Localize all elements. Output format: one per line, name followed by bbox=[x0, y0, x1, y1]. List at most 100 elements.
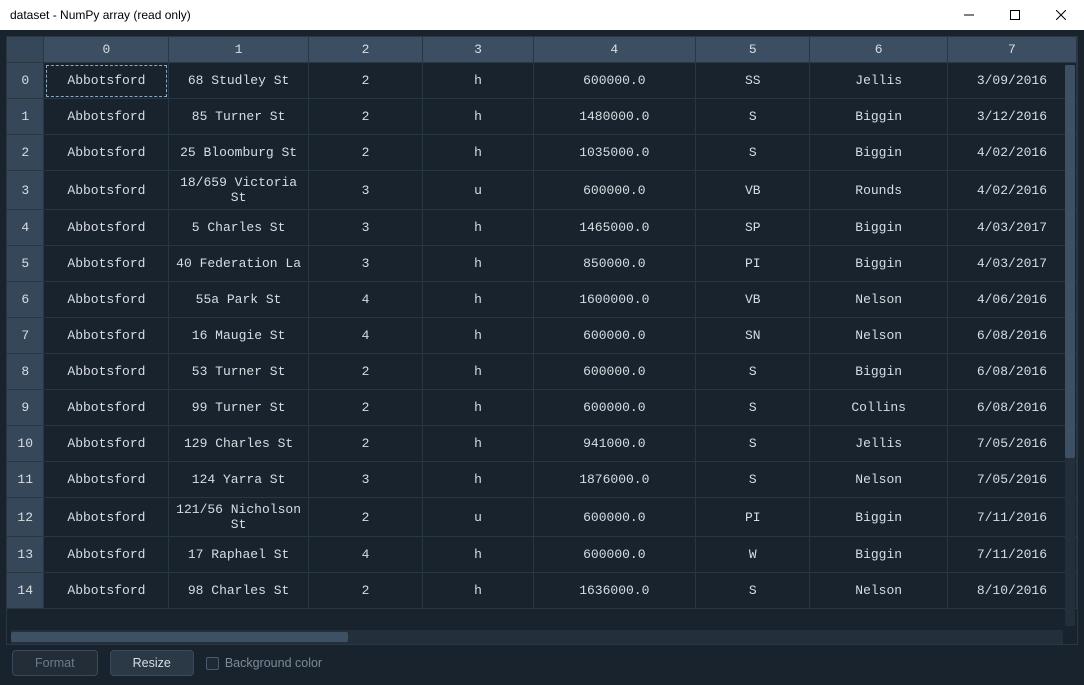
horizontal-scroll-thumb[interactable] bbox=[11, 632, 348, 642]
row-header[interactable]: 4 bbox=[7, 210, 44, 246]
grid-cell[interactable]: 1035000.0 bbox=[534, 135, 696, 171]
grid-cell[interactable]: h bbox=[423, 210, 533, 246]
column-header[interactable]: 6 bbox=[810, 37, 947, 63]
grid-cell[interactable]: 2 bbox=[309, 390, 423, 426]
column-header[interactable]: 1 bbox=[169, 37, 308, 63]
grid-cell[interactable]: 4/03/2017 bbox=[948, 210, 1077, 246]
grid-cell[interactable]: 16 Maugie St bbox=[169, 318, 308, 354]
vertical-scrollbar[interactable] bbox=[1065, 65, 1075, 626]
row-header[interactable]: 2 bbox=[7, 135, 44, 171]
grid-cell[interactable]: 1600000.0 bbox=[534, 282, 696, 318]
grid-cell[interactable]: 5 Charles St bbox=[169, 210, 308, 246]
grid-cell[interactable]: h bbox=[423, 462, 533, 498]
grid-cell[interactable]: 4/06/2016 bbox=[948, 282, 1077, 318]
row-header[interactable]: 13 bbox=[7, 537, 44, 573]
grid-cell[interactable]: VB bbox=[696, 171, 810, 210]
horizontal-scrollbar[interactable] bbox=[11, 630, 1063, 644]
row-header[interactable]: 12 bbox=[7, 498, 44, 537]
grid-cell[interactable]: S bbox=[696, 573, 810, 609]
grid-cell[interactable]: Nelson bbox=[810, 573, 947, 609]
grid-cell[interactable]: 7/11/2016 bbox=[948, 498, 1077, 537]
grid-cell[interactable]: 4/02/2016 bbox=[948, 171, 1077, 210]
grid-cell[interactable]: 600000.0 bbox=[534, 354, 696, 390]
grid-cell[interactable]: Biggin bbox=[810, 99, 947, 135]
array-grid[interactable]: 01234567 0Abbotsford68 Studley St2h60000… bbox=[7, 37, 1077, 609]
row-header[interactable]: 14 bbox=[7, 573, 44, 609]
grid-cell[interactable]: Abbotsford bbox=[44, 63, 169, 99]
grid-cell[interactable]: 600000.0 bbox=[534, 63, 696, 99]
grid-cell[interactable]: 3/12/2016 bbox=[948, 99, 1077, 135]
grid-cell[interactable]: u bbox=[423, 498, 533, 537]
grid-cell[interactable]: Abbotsford bbox=[44, 426, 169, 462]
grid-cell[interactable]: 3 bbox=[309, 462, 423, 498]
grid-cell[interactable]: Jellis bbox=[810, 63, 947, 99]
column-header[interactable]: 0 bbox=[44, 37, 169, 63]
row-header[interactable]: 3 bbox=[7, 171, 44, 210]
grid-cell[interactable]: 85 Turner St bbox=[169, 99, 308, 135]
grid-cell[interactable]: 68 Studley St bbox=[169, 63, 308, 99]
grid-cell[interactable]: S bbox=[696, 390, 810, 426]
grid-cell[interactable]: 18/659 Victoria St bbox=[169, 171, 308, 210]
row-header[interactable]: 7 bbox=[7, 318, 44, 354]
row-header[interactable]: 1 bbox=[7, 99, 44, 135]
grid-cell[interactable]: 2 bbox=[309, 63, 423, 99]
grid-cell[interactable]: 4/03/2017 bbox=[948, 246, 1077, 282]
grid-cell[interactable]: 3 bbox=[309, 210, 423, 246]
grid-cell[interactable]: Nelson bbox=[810, 282, 947, 318]
grid-corner[interactable] bbox=[7, 37, 44, 63]
grid-cell[interactable]: SS bbox=[696, 63, 810, 99]
grid-cell[interactable]: SP bbox=[696, 210, 810, 246]
grid-cell[interactable]: 6/08/2016 bbox=[948, 390, 1077, 426]
vertical-scroll-thumb[interactable] bbox=[1065, 65, 1075, 458]
grid-cell[interactable]: 98 Charles St bbox=[169, 573, 308, 609]
close-button[interactable] bbox=[1038, 0, 1084, 30]
grid-cell[interactable]: h bbox=[423, 246, 533, 282]
grid-cell[interactable]: Abbotsford bbox=[44, 537, 169, 573]
grid-cell[interactable]: S bbox=[696, 354, 810, 390]
grid-cell[interactable]: PI bbox=[696, 246, 810, 282]
grid-cell[interactable]: 600000.0 bbox=[534, 171, 696, 210]
grid-cell[interactable]: 53 Turner St bbox=[169, 354, 308, 390]
row-header[interactable]: 5 bbox=[7, 246, 44, 282]
maximize-button[interactable] bbox=[992, 0, 1038, 30]
grid-cell[interactable]: 2 bbox=[309, 354, 423, 390]
grid-cell[interactable]: 7/11/2016 bbox=[948, 537, 1077, 573]
grid-cell[interactable]: Jellis bbox=[810, 426, 947, 462]
grid-cell[interactable]: 40 Federation La bbox=[169, 246, 308, 282]
grid-cell[interactable]: 850000.0 bbox=[534, 246, 696, 282]
grid-cell[interactable]: Biggin bbox=[810, 246, 947, 282]
grid-cell[interactable]: Abbotsford bbox=[44, 246, 169, 282]
grid-cell[interactable]: Abbotsford bbox=[44, 210, 169, 246]
grid-cell[interactable]: 2 bbox=[309, 135, 423, 171]
grid-cell[interactable]: Rounds bbox=[810, 171, 947, 210]
grid-cell[interactable]: 121/56 Nicholson St bbox=[169, 498, 308, 537]
grid-cell[interactable]: 55a Park St bbox=[169, 282, 308, 318]
titlebar[interactable]: dataset - NumPy array (read only) bbox=[0, 0, 1084, 30]
grid-cell[interactable]: h bbox=[423, 390, 533, 426]
grid-cell[interactable]: 6/08/2016 bbox=[948, 354, 1077, 390]
grid-cell[interactable]: Abbotsford bbox=[44, 135, 169, 171]
grid-cell[interactable]: 1465000.0 bbox=[534, 210, 696, 246]
grid-cell[interactable]: 4 bbox=[309, 282, 423, 318]
grid-cell[interactable]: S bbox=[696, 135, 810, 171]
grid-cell[interactable]: Collins bbox=[810, 390, 947, 426]
column-header[interactable]: 4 bbox=[534, 37, 696, 63]
array-grid-scroll[interactable]: 01234567 0Abbotsford68 Studley St2h60000… bbox=[7, 37, 1077, 628]
grid-cell[interactable]: 4 bbox=[309, 537, 423, 573]
grid-cell[interactable]: 99 Turner St bbox=[169, 390, 308, 426]
grid-cell[interactable]: h bbox=[423, 318, 533, 354]
grid-cell[interactable]: 600000.0 bbox=[534, 537, 696, 573]
grid-cell[interactable]: 1636000.0 bbox=[534, 573, 696, 609]
grid-cell[interactable]: 6/08/2016 bbox=[948, 318, 1077, 354]
grid-cell[interactable]: 124 Yarra St bbox=[169, 462, 308, 498]
grid-cell[interactable]: Abbotsford bbox=[44, 498, 169, 537]
grid-cell[interactable]: S bbox=[696, 426, 810, 462]
grid-cell[interactable]: 4/02/2016 bbox=[948, 135, 1077, 171]
grid-cell[interactable]: SN bbox=[696, 318, 810, 354]
grid-cell[interactable]: Nelson bbox=[810, 462, 947, 498]
grid-cell[interactable]: Biggin bbox=[810, 537, 947, 573]
row-header[interactable]: 11 bbox=[7, 462, 44, 498]
grid-cell[interactable]: h bbox=[423, 63, 533, 99]
grid-cell[interactable]: 7/05/2016 bbox=[948, 426, 1077, 462]
grid-cell[interactable]: h bbox=[423, 426, 533, 462]
